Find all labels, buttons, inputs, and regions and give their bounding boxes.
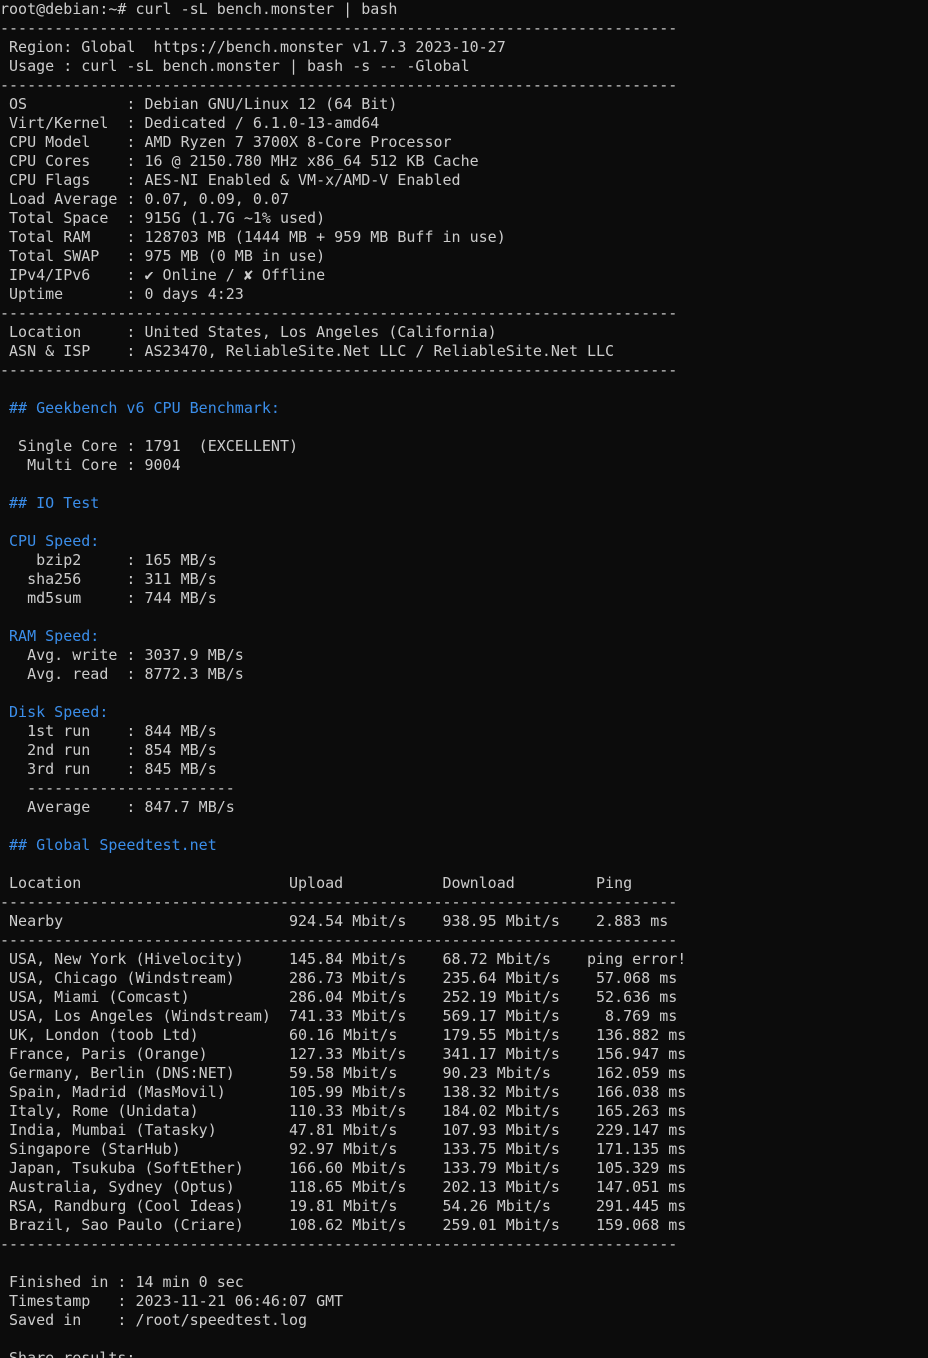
terminal-line: Timestamp : 2023-11-21 06:46:07 GMT — [0, 1292, 344, 1310]
section-heading: CPU Speed: — [0, 532, 100, 550]
terminal-line: Total SWAP : 975 MB (0 MB in use) — [0, 247, 326, 265]
terminal-line: sha256 : 311 MB/s — [0, 570, 217, 588]
terminal-line: Japan, Tsukuba (SoftEther) 166.60 Mbit/s… — [0, 1159, 687, 1177]
terminal-line: Single Core : 1791 (EXCELLENT) — [0, 437, 299, 455]
terminal-line: Finished in : 14 min 0 sec — [0, 1273, 244, 1291]
terminal-line: USA, Los Angeles (Windstream) 741.33 Mbi… — [0, 1007, 678, 1025]
terminal-window[interactable]: root@debian:~# curl -sL bench.monster | … — [0, 0, 928, 1358]
terminal-line: OS : Debian GNU/Linux 12 (64 Bit) — [0, 95, 398, 113]
terminal-line: Uptime : 0 days 4:23 — [0, 285, 244, 303]
terminal-line: Nearby 924.54 Mbit/s 938.95 Mbit/s 2.883… — [0, 912, 669, 930]
terminal-line: Brazil, Sao Paulo (Criare) 108.62 Mbit/s… — [0, 1216, 687, 1234]
terminal-line: RSA, Randburg (Cool Ideas) 19.81 Mbit/s … — [0, 1197, 687, 1215]
terminal-line: Location : United States, Los Angeles (C… — [0, 323, 497, 341]
terminal-line: Singapore (StarHub) 92.97 Mbit/s 133.75 … — [0, 1140, 687, 1158]
terminal-line: India, Mumbai (Tatasky) 47.81 Mbit/s 107… — [0, 1121, 687, 1139]
terminal-line: 3rd run : 845 MB/s — [0, 760, 217, 778]
terminal-line: Australia, Sydney (Optus) 118.65 Mbit/s … — [0, 1178, 687, 1196]
terminal-line: ASN & ISP : AS23470, ReliableSite.Net LL… — [0, 342, 615, 360]
terminal-line: Usage : curl -sL bench.monster | bash -s… — [0, 57, 470, 75]
terminal-line: Virt/Kernel : Dedicated / 6.1.0-13-amd64 — [0, 114, 380, 132]
terminal-line: Total Space : 915G (1.7G ~1% used) — [0, 209, 326, 227]
separator-line: ----------------------------------------… — [0, 76, 678, 94]
terminal-line: Saved in : /root/speedtest.log — [0, 1311, 308, 1329]
terminal-line: root@debian:~# curl -sL bench.monster | … — [0, 0, 398, 18]
terminal-line: md5sum : 744 MB/s — [0, 589, 217, 607]
terminal-line: 1st run : 844 MB/s — [0, 722, 217, 740]
section-heading: RAM Speed: — [0, 627, 100, 645]
terminal-line: Region: Global https://bench.monster v1.… — [0, 38, 506, 56]
terminal-line: 2nd run : 854 MB/s — [0, 741, 217, 759]
terminal-line: bzip2 : 165 MB/s — [0, 551, 217, 569]
separator-line: ----------------------------------------… — [0, 1235, 678, 1253]
section-heading: ## IO Test — [0, 494, 100, 512]
terminal-line: CPU Model : AMD Ryzen 7 3700X 8-Core Pro… — [0, 133, 452, 151]
terminal-line: France, Paris (Orange) 127.33 Mbit/s 341… — [0, 1045, 687, 1063]
section-heading: ## Global Speedtest.net — [0, 836, 217, 854]
terminal-line: CPU Cores : 16 @ 2150.780 MHz x86_64 512… — [0, 152, 479, 170]
terminal-line: Location Upload Download Ping — [0, 874, 633, 892]
terminal-line: Avg. read : 8772.3 MB/s — [0, 665, 244, 683]
separator-line: ----------------------------------------… — [0, 893, 678, 911]
terminal-line: Germany, Berlin (DNS:NET) 59.58 Mbit/s 9… — [0, 1064, 687, 1082]
separator-line: ----------------------------------------… — [0, 931, 678, 949]
separator-line: ----------------------------------------… — [0, 304, 678, 322]
terminal-line: Share results: — [0, 1349, 136, 1358]
terminal-line: Spain, Madrid (MasMovil) 105.99 Mbit/s 1… — [0, 1083, 687, 1101]
terminal-line: Italy, Rome (Unidata) 110.33 Mbit/s 184.… — [0, 1102, 687, 1120]
terminal-line: CPU Flags : AES-NI Enabled & VM-x/AMD-V … — [0, 171, 461, 189]
terminal-line: Multi Core : 9004 — [0, 456, 181, 474]
separator-line: ----------------------------------------… — [0, 19, 678, 37]
terminal-line: Total RAM : 128703 MB (1444 MB + 959 MB … — [0, 228, 506, 246]
terminal-line: Average : 847.7 MB/s — [0, 798, 235, 816]
section-heading: Disk Speed: — [0, 703, 109, 721]
section-heading: ## Geekbench v6 CPU Benchmark: — [0, 399, 280, 417]
terminal-line: USA, New York (Hivelocity) 145.84 Mbit/s… — [0, 950, 687, 968]
terminal-line: USA, Miami (Comcast) 286.04 Mbit/s 252.1… — [0, 988, 678, 1006]
terminal-line: Avg. write : 3037.9 MB/s — [0, 646, 244, 664]
terminal-line: USA, Chicago (Windstream) 286.73 Mbit/s … — [0, 969, 678, 987]
terminal-line: Load Average : 0.07, 0.09, 0.07 — [0, 190, 289, 208]
terminal-line: UK, London (toob Ltd) 60.16 Mbit/s 179.5… — [0, 1026, 687, 1044]
terminal-line: IPv4/IPv6 : ✔ Online / ✘ Offline — [0, 266, 326, 284]
separator-line: ----------------------------------------… — [0, 361, 678, 379]
separator-line: ----------------------- — [0, 779, 235, 797]
